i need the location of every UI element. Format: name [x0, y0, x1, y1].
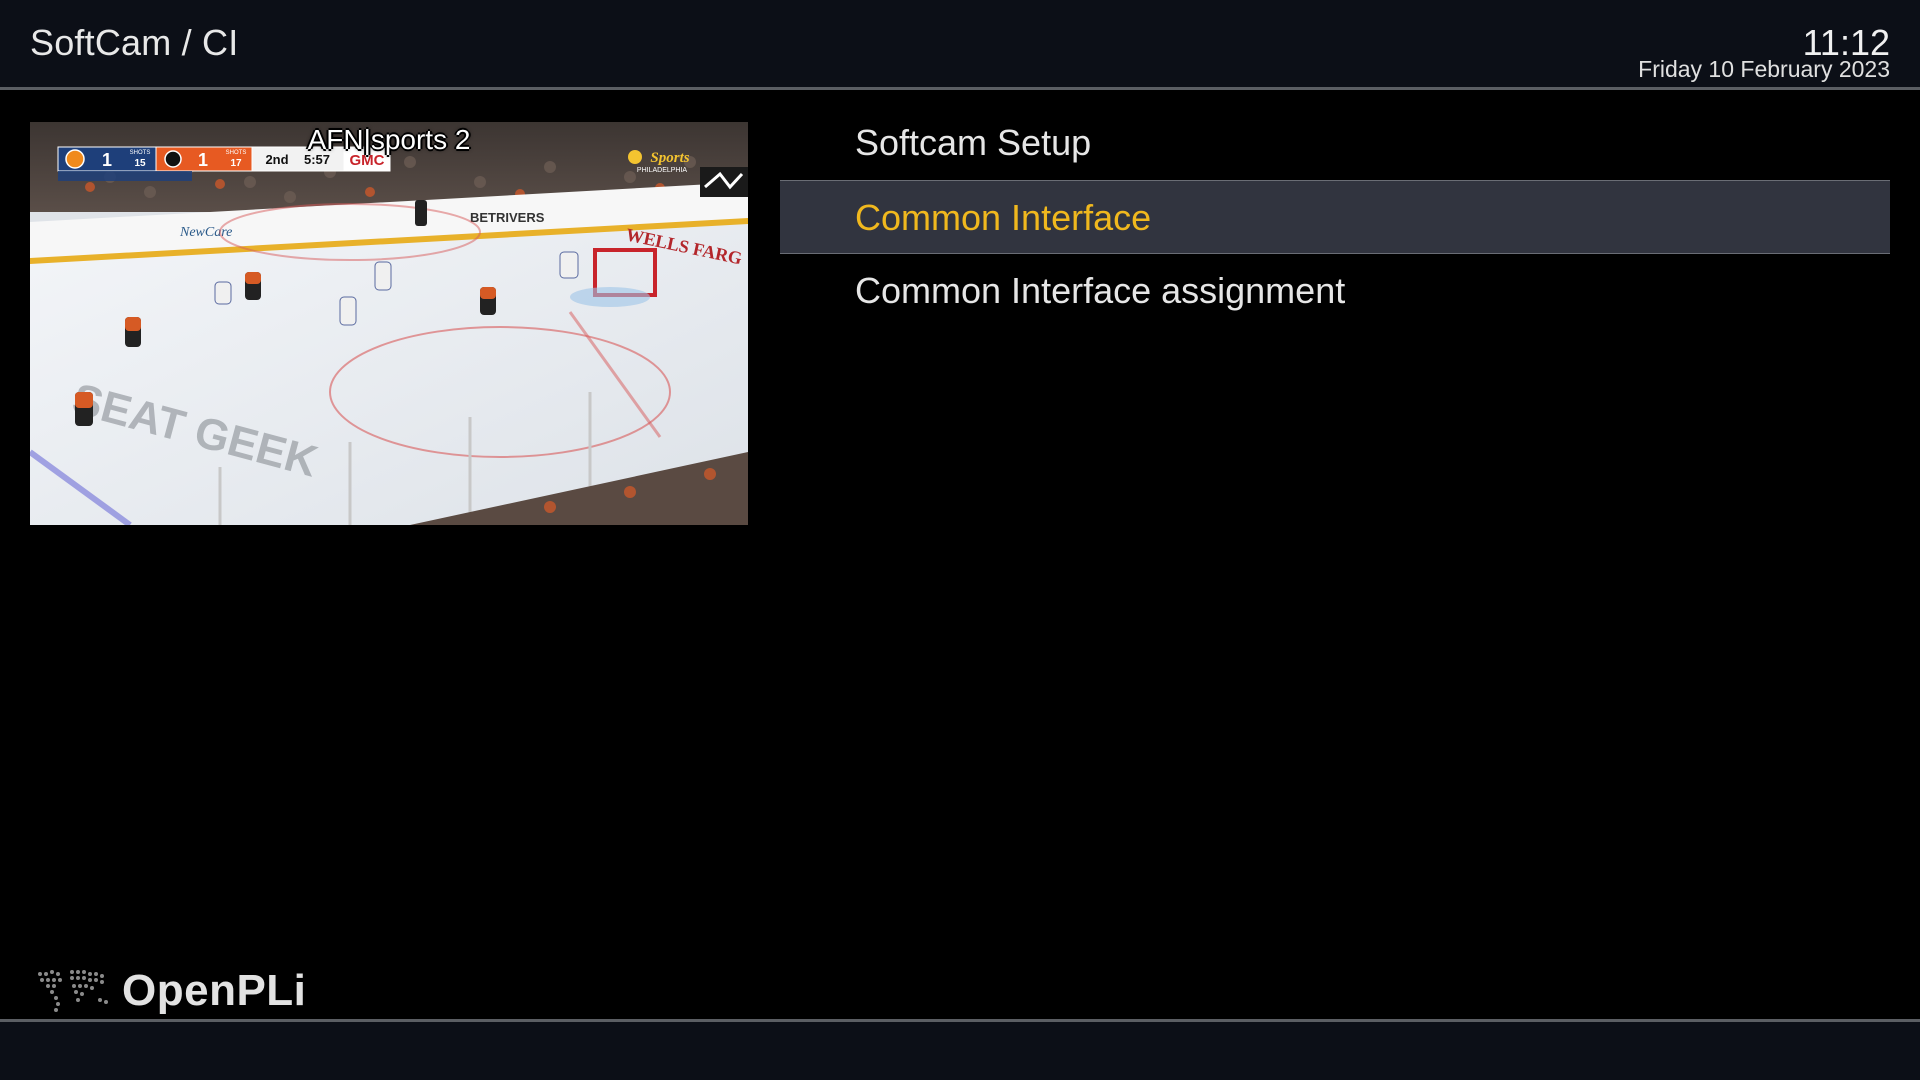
- channel-name: AFN|sports 2: [307, 124, 471, 155]
- header-bar: SoftCam / CI 11:12 Friday 10 February 20…: [0, 0, 1920, 88]
- menu-item-softcam-setup[interactable]: Softcam Setup: [780, 106, 1890, 180]
- menu-item-label: Common Interface: [855, 197, 1152, 238]
- date: Friday 10 February 2023: [1638, 56, 1890, 82]
- world-map-icon: [38, 970, 108, 1012]
- team2-shots: 17: [230, 158, 242, 169]
- screen-title: SoftCam / CI: [30, 22, 239, 63]
- logo-text: OpenPLi: [122, 966, 307, 1015]
- openpli-logo: OpenPLi: [34, 966, 306, 1016]
- board-ad-1: NewCare: [179, 225, 232, 240]
- header-divider: [0, 87, 1920, 90]
- menu-item-label: Softcam Setup: [855, 122, 1092, 163]
- board-ad-2: BETRIVERS: [470, 210, 545, 225]
- menu-list: Softcam Setup Common Interface Common In…: [780, 106, 1890, 328]
- menu-item-common-interface[interactable]: Common Interface: [780, 180, 1890, 254]
- softcam-ci-screen: SoftCam / CI 11:12 Friday 10 February 20…: [0, 0, 1920, 1080]
- network-sub: PHILADELPHIA: [637, 167, 688, 174]
- hockey-broadcast-image: NewCare BETRIVERS WELLS FARG SEAT GEEK 1…: [30, 122, 748, 525]
- tv-preview: NewCare BETRIVERS WELLS FARG SEAT GEEK 1…: [30, 122, 748, 525]
- menu-item-label: Common Interface assignment: [855, 270, 1346, 311]
- team1-shots: 15: [134, 158, 146, 169]
- footer-bar: [0, 1022, 1920, 1080]
- menu-item-common-interface-assignment[interactable]: Common Interface assignment: [780, 254, 1890, 328]
